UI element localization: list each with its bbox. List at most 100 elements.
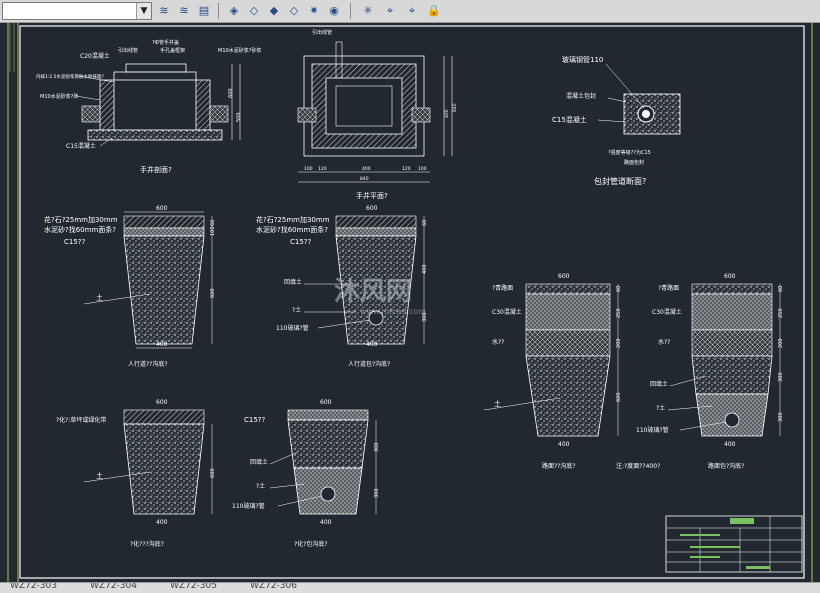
note-text: 注:?度面??400?	[616, 462, 660, 470]
svg-text:水泥砂?找60mm面条?: 水泥砂?找60mm面条?	[256, 225, 328, 234]
tab-wz72-303[interactable]: WZ72-303	[10, 583, 57, 591]
trench-sidewalk-caption: 人行道??沟底?	[128, 360, 168, 368]
layer-previous-icon[interactable]: ≊	[176, 3, 192, 18]
tool-palette-icon[interactable]: ⌖	[382, 3, 398, 18]
properties-icon[interactable]: ◈	[226, 3, 242, 18]
svg-text:回填土: 回填土	[250, 458, 268, 466]
svg-text:110玻璃?管: 110玻璃?管	[232, 502, 265, 510]
layer-dropdown[interactable]: ▼	[2, 2, 152, 20]
svg-text:300: 300	[778, 372, 784, 382]
trench-road-caption: 路面??沟底?	[542, 462, 576, 470]
trench-road-pipe: 600 400 ?青路面 C30混凝土 水?? 回填土 ?土 110玻璃?管 6…	[636, 273, 784, 470]
svg-text:?青路面: ?青路面	[492, 284, 513, 292]
svg-text:600: 600	[366, 205, 378, 212]
svg-text:?Ф管手井盖: ?Ф管手井盖	[152, 39, 179, 46]
layer-isolate-icon[interactable]: ▤	[196, 3, 212, 18]
hh-plan-caption: 手井平面?	[356, 191, 388, 200]
svg-text:100: 100	[304, 166, 313, 172]
svg-text:引出线管: 引出线管	[118, 47, 138, 54]
layer-on-icon[interactable]: ◆	[266, 3, 282, 18]
layer-off-icon[interactable]: ◇	[286, 3, 302, 18]
hh-label-c20: C20混凝土	[80, 52, 110, 60]
svg-text:500: 500	[236, 112, 242, 122]
svg-text:土: 土	[96, 471, 103, 480]
svg-text:300: 300	[778, 412, 784, 422]
svg-text:手孔盖框架: 手孔盖框架	[160, 47, 185, 54]
svg-text:M10水泥砂浆?砖: M10水泥砂浆?砖	[40, 93, 78, 100]
svg-text:路面包封: 路面包封	[624, 159, 644, 166]
handhole-section: 600 500 C20混凝土 引出线管 ?Ф管手井盖 手孔盖框架 M10水泥砂浆…	[36, 39, 261, 174]
svg-text:60: 60	[778, 286, 784, 292]
svg-text:C15混凝土: C15混凝土	[552, 115, 587, 124]
svg-text:C30混凝土: C30混凝土	[492, 308, 522, 316]
svg-text:?化?:草坪或绿化带: ?化?:草坪或绿化带	[56, 416, 106, 424]
drawing-canvas[interactable]: 600 500 C20混凝土 引出线管 ?Ф管手井盖 手孔盖框架 M10水泥砂浆…	[0, 22, 820, 582]
tab-wz72-304[interactable]: WZ72-304	[90, 583, 137, 591]
match-properties-icon[interactable]: ◇	[246, 3, 262, 18]
pipe-caption: 包封管道断面?	[594, 176, 646, 186]
svg-text:60: 60	[210, 220, 216, 226]
svg-text:400: 400	[558, 441, 570, 448]
tab-wz72-305[interactable]: WZ72-305	[170, 583, 217, 591]
drawing-svg: 600 500 C20混凝土 引出线管 ?Ф管手井盖 手孔盖框架 M10水泥砂浆…	[7, 22, 813, 582]
chevron-down-icon[interactable]: ▼	[136, 3, 151, 19]
svg-text:120: 120	[318, 166, 327, 172]
toolbar: ▼ ≋ ≊ ▤ ◈ ◇ ◆ ◇ ✷ ◉ ✳ ⌖ ⌖ 🔒	[0, 0, 820, 23]
trench-road-pipe-caption: 路面包?沟底?	[708, 462, 744, 470]
svg-text:土: 土	[96, 293, 103, 302]
layer-manager-icon[interactable]: ≋	[156, 3, 172, 18]
svg-text:250: 250	[616, 308, 622, 318]
trench-sidewalk: 600 400 花?石?25mm加30mm 水泥砂?找60mm面条? C15??…	[44, 205, 216, 368]
trench-green-pipe-caption: ?化?包沟底?	[294, 540, 328, 548]
layout-tabs: WZ72-303 WZ72-304 WZ72-305 WZ72-306	[0, 582, 820, 593]
svg-text:600: 600	[320, 399, 332, 406]
svg-text:60: 60	[616, 286, 622, 292]
design-center-icon[interactable]: ✳	[360, 3, 376, 18]
svg-text:C15??: C15??	[64, 238, 86, 246]
hh-section-caption: 手井剖面?	[140, 165, 172, 174]
svg-text:M10水泥砂浆?砂浆: M10水泥砂浆?砂浆	[218, 47, 261, 54]
svg-text:300: 300	[374, 488, 380, 498]
svg-text:600: 600	[616, 392, 622, 402]
layer-freeze-icon[interactable]: ✷	[306, 3, 322, 18]
svg-text:C30混凝土: C30混凝土	[652, 308, 682, 316]
svg-text:600: 600	[210, 288, 216, 298]
svg-text:混凝土包封: 混凝土包封	[566, 92, 596, 100]
svg-text:回填土: 回填土	[284, 278, 302, 286]
svg-text:水泥砂?找60mm面条?: 水泥砂?找60mm面条?	[44, 225, 116, 234]
svg-text:600: 600	[210, 468, 216, 478]
svg-text:C15混凝土: C15混凝土	[66, 142, 96, 150]
watermark-text: 沐风网	[334, 277, 412, 307]
watermark-url: www.mfcad.com	[360, 307, 426, 316]
svg-text:水??: 水??	[658, 338, 670, 346]
svg-text:300: 300	[374, 442, 380, 452]
trench-green-pipe: 600 400 C15?? 回填土 ?土 110玻璃?管 300 300 ?化?…	[232, 399, 380, 548]
svg-text:110玻璃?管: 110玻璃?管	[636, 426, 669, 434]
tab-wz72-306[interactable]: WZ72-306	[250, 583, 297, 591]
svg-text:400: 400	[320, 519, 332, 526]
svg-text:110玻璃?管: 110玻璃?管	[276, 324, 309, 332]
svg-text:400: 400	[156, 519, 168, 526]
svg-text:600: 600	[724, 273, 736, 280]
sheet-set-icon[interactable]: ⌖	[404, 3, 420, 18]
title-block	[665, 515, 803, 573]
lock-icon[interactable]: 🔒	[426, 3, 442, 18]
svg-text:400: 400	[724, 441, 736, 448]
handhole-plan: 引出线管 100 120 400 120 100 840 400 840 手井平…	[297, 29, 458, 200]
svg-text:600: 600	[156, 205, 168, 212]
svg-text:C15??: C15??	[244, 416, 266, 424]
trench-road: 600 400 ?青路面 C30混凝土 水?? 土 60 250 200 600…	[483, 273, 622, 470]
svg-text:400: 400	[156, 341, 168, 348]
svg-text:60: 60	[422, 220, 428, 226]
svg-text:840: 840	[360, 176, 369, 182]
trench-green: 600 400 ?化?:草坪或绿化带 土 600 ?化???沟底?	[56, 399, 216, 548]
layer-thaw-icon[interactable]: ◉	[326, 3, 342, 18]
svg-text:840: 840	[452, 103, 458, 112]
svg-text:100: 100	[210, 226, 216, 236]
trench-sidewalk-pipe-caption: 人行道包?沟底?	[348, 360, 390, 368]
svg-text:回填土: 回填土	[650, 380, 668, 388]
svg-text:?土: ?土	[292, 306, 301, 314]
svg-text:120: 120	[402, 166, 411, 172]
svg-text:600: 600	[558, 273, 570, 280]
svg-text:花?石?25mm加30mm: 花?石?25mm加30mm	[44, 215, 118, 224]
